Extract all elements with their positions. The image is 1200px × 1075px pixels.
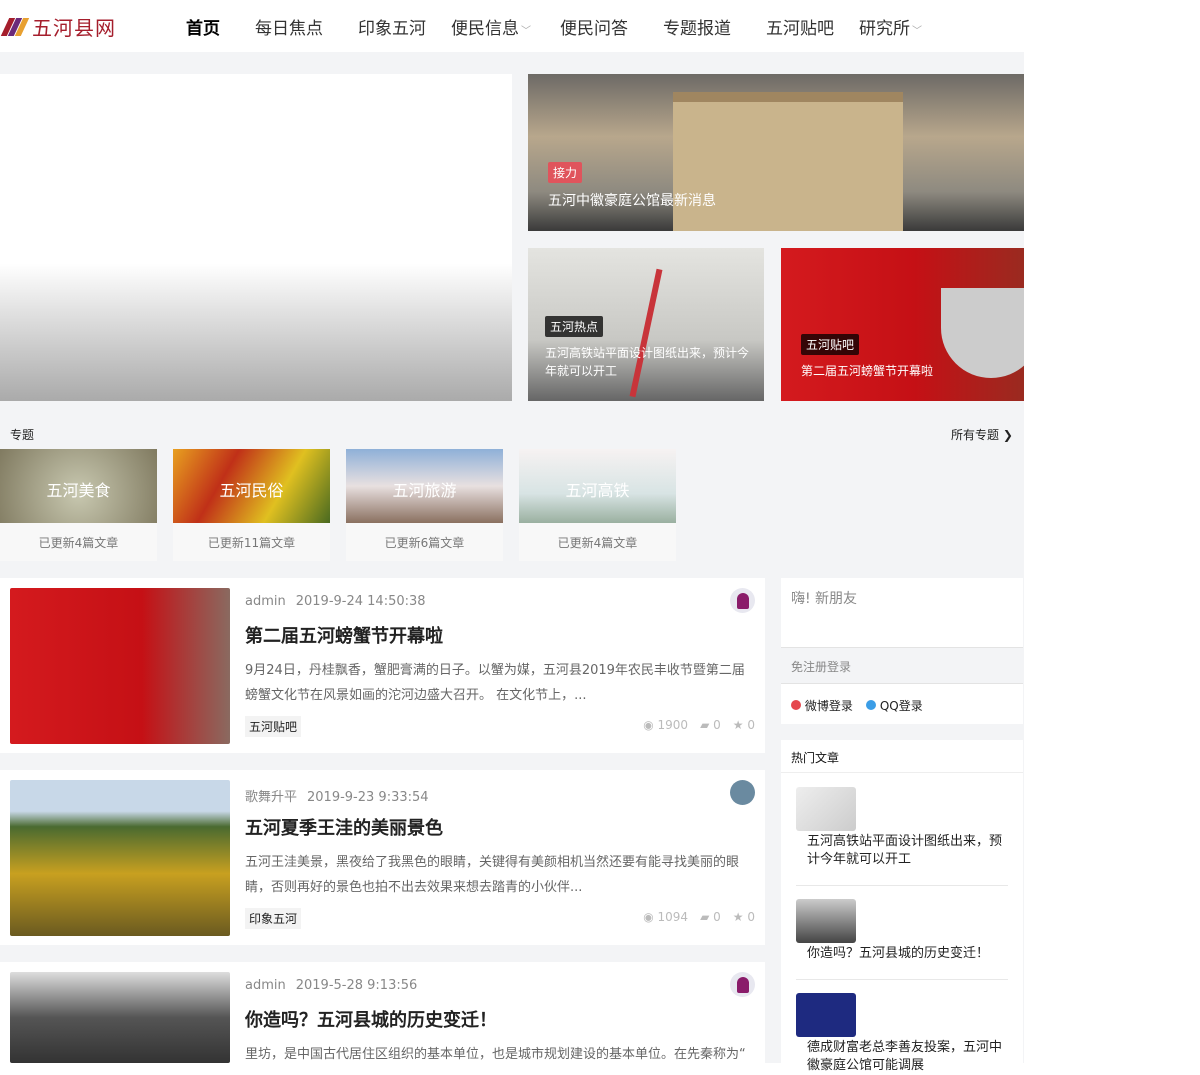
comment-count: 0 [713,718,721,732]
hero-bl-tag: 五河热点 [545,316,604,337]
comment-count: 0 [713,910,721,924]
avatar[interactable] [730,588,755,613]
topics-heading: 专题 [10,428,35,442]
nav-home[interactable]: 首页 [186,14,220,39]
article-excerpt: 里坊，是中国古代居住区组织的基本单位，也是城市规划建设的基本单位。在先秦称为“ [245,1047,746,1062]
avatar[interactable] [730,972,755,997]
article-card[interactable]: admin 2019-5-28 9:13:56 你造吗？五河县城的历史变迁！ 里坊… [0,962,765,1063]
view-count: 1094 [657,910,689,924]
article-excerpt: 五河王洼美景，黑夜给了我黑色的眼睛，关键得有美颜相机当然还要有能寻找美丽的眼睛，… [245,855,740,895]
hot-article-item[interactable]: 你造吗？五河县城的历史变迁！ [796,899,1008,980]
hot-article-title[interactable]: 德成财富老总李善友投案，五河中徽豪庭公馆可能调展 [796,1039,1008,1075]
article-title[interactable]: 你造吗？五河县城的历史变迁！ [245,1006,497,1032]
article-date: 2019-5-28 9:13:56 [295,978,418,993]
article-thumbnail[interactable] [10,972,230,1063]
topic-card[interactable]: 五河民俗 已更新11篇文章 [173,449,330,561]
topic-count: 已更新4篇文章 [38,536,119,550]
article-excerpt: 9月24日，丹桂飘香，蟹肥膏满的日子。以蟹为媒，五河县2019年农民丰收节暨第二… [245,663,745,703]
all-topics-link[interactable]: 所有专题 ❯ [951,426,1013,443]
weibo-login-label: 微博登录 [804,699,853,713]
star-icon[interactable]: ★ [733,910,744,924]
nav-forum[interactable]: 五河贴吧 [766,14,834,39]
article-card[interactable]: 歌舞升平 2019-9-23 9:33:54 五河夏季王洼的美丽景色 五河王洼美景… [0,770,765,945]
qq-icon [866,700,876,710]
crab-bowl-image [941,288,1024,378]
comment-icon: ▰ [700,910,710,924]
topic-name: 五河高铁 [565,481,630,500]
topic-card[interactable]: 五河旅游 已更新6篇文章 [346,449,503,561]
article-thumbnail[interactable] [10,588,230,744]
qq-login-label: QQ登录 [879,699,923,713]
topic-name: 五河民俗 [219,481,284,500]
hot-article-title[interactable]: 你造吗？五河县城的历史变迁！ [796,945,1008,963]
views-icon: ◉ [643,910,654,924]
article-title[interactable]: 第二届五河螃蟹节开幕啦 [245,622,443,648]
hero-top-card[interactable]: 接力 五河中徽豪庭公馆最新消息 [528,74,1024,231]
topic-name: 五河美食 [46,481,111,500]
top-nav: 五河县网 首页 每日焦点 印象五河 便民信息 ﹀ 便民问答 专题报道 五河贴吧 研… [0,0,1200,52]
nav-impression[interactable]: 印象五河 [358,14,426,39]
topic-count: 已更新4篇文章 [557,536,638,550]
login-heading: 免注册登录 [791,660,852,674]
hot-articles-widget: 热门文章 五河高铁站平面设计图纸出来，预计今年就可以开工 你造吗？五河县城的历史… [781,740,1023,1073]
hot-article-thumbnail [796,787,856,831]
star-icon[interactable]: ★ [733,718,744,732]
hero-br-title: 第二届五河螃蟹节开幕啦 [801,364,934,378]
like-count: 0 [747,910,755,924]
hero-br-tag: 五河贴吧 [801,334,860,355]
qq-login-button[interactable]: QQ登录 [866,697,923,714]
hot-article-thumbnail [796,899,856,943]
topic-count: 已更新6篇文章 [384,536,465,550]
views-icon: ◉ [643,718,654,732]
logo-text: 五河县网 [32,16,116,40]
avatar[interactable] [730,780,755,805]
hot-articles-heading: 热门文章 [791,751,840,765]
topic-card[interactable]: 五河美食 已更新4篇文章 [0,449,157,561]
view-count: 1900 [657,718,689,732]
main-content: 接力 五河中徽豪庭公馆最新消息 五河热点 五河高铁站平面设计图纸出来，预计今年就… [0,52,1024,1073]
hero-top-tag: 接力 [548,162,583,183]
comment-icon: ▰ [700,718,710,732]
article-date: 2019-9-24 14:50:38 [295,594,426,609]
article-title[interactable]: 五河夏季王洼的美丽景色 [245,814,443,840]
nav-daily-focus[interactable]: 每日焦点 [255,14,323,39]
article-author[interactable]: admin [245,978,286,993]
article-category[interactable]: 印象五河 [245,908,302,929]
greeting-text: 嗨! 新朋友 [791,591,858,607]
article-author[interactable]: 歌舞升平 [245,790,297,805]
article-category[interactable]: 五河贴吧 [245,716,302,737]
nav-services[interactable]: 便民信息 ﹀ [451,14,531,39]
nav-special[interactable]: 专题报道 [663,14,731,39]
article-thumbnail[interactable] [10,780,230,936]
topic-name: 五河旅游 [392,481,457,500]
topic-count: 已更新11篇文章 [207,536,296,550]
weibo-icon [791,700,801,710]
hero-bottom-left-card[interactable]: 五河热点 五河高铁站平面设计图纸出来，预计今年就可以开工 [528,248,764,401]
hero-top-title: 五河中徽豪庭公馆最新消息 [548,193,716,209]
login-widget: 嗨! 新朋友 免注册登录 微博登录 QQ登录 [781,578,1023,724]
like-count: 0 [747,718,755,732]
article-date: 2019-9-23 9:33:54 [307,790,429,805]
nav-research[interactable]: 研究所 ﹀ [859,14,922,39]
hero-bl-title: 五河高铁站平面设计图纸出来，预计今年就可以开工 [545,346,750,378]
article-card[interactable]: admin 2019-9-24 14:50:38 第二届五河螃蟹节开幕啦 9月24… [0,578,765,753]
article-author[interactable]: admin [245,594,286,609]
hot-article-title[interactable]: 五河高铁站平面设计图纸出来，预计今年就可以开工 [796,833,1008,869]
topic-card[interactable]: 五河高铁 已更新4篇文章 [519,449,676,561]
logo-mark-icon [0,16,30,38]
hot-article-item[interactable]: 五河高铁站平面设计图纸出来，预计今年就可以开工 [796,787,1008,886]
hero-bottom-right-card[interactable]: 五河贴吧 第二届五河螃蟹节开幕啦 [781,248,1024,401]
chevron-down-icon: ﹀ [912,26,922,37]
weibo-login-button[interactable]: 微博登录 [791,697,853,714]
hero-gate-image [673,92,903,231]
hot-article-thumbnail [796,993,856,1037]
site-logo[interactable]: 五河县网 [0,12,116,41]
hero-slider[interactable] [0,74,512,401]
nav-qa[interactable]: 便民问答 [560,14,628,39]
chevron-down-icon: ﹀ [521,26,531,37]
